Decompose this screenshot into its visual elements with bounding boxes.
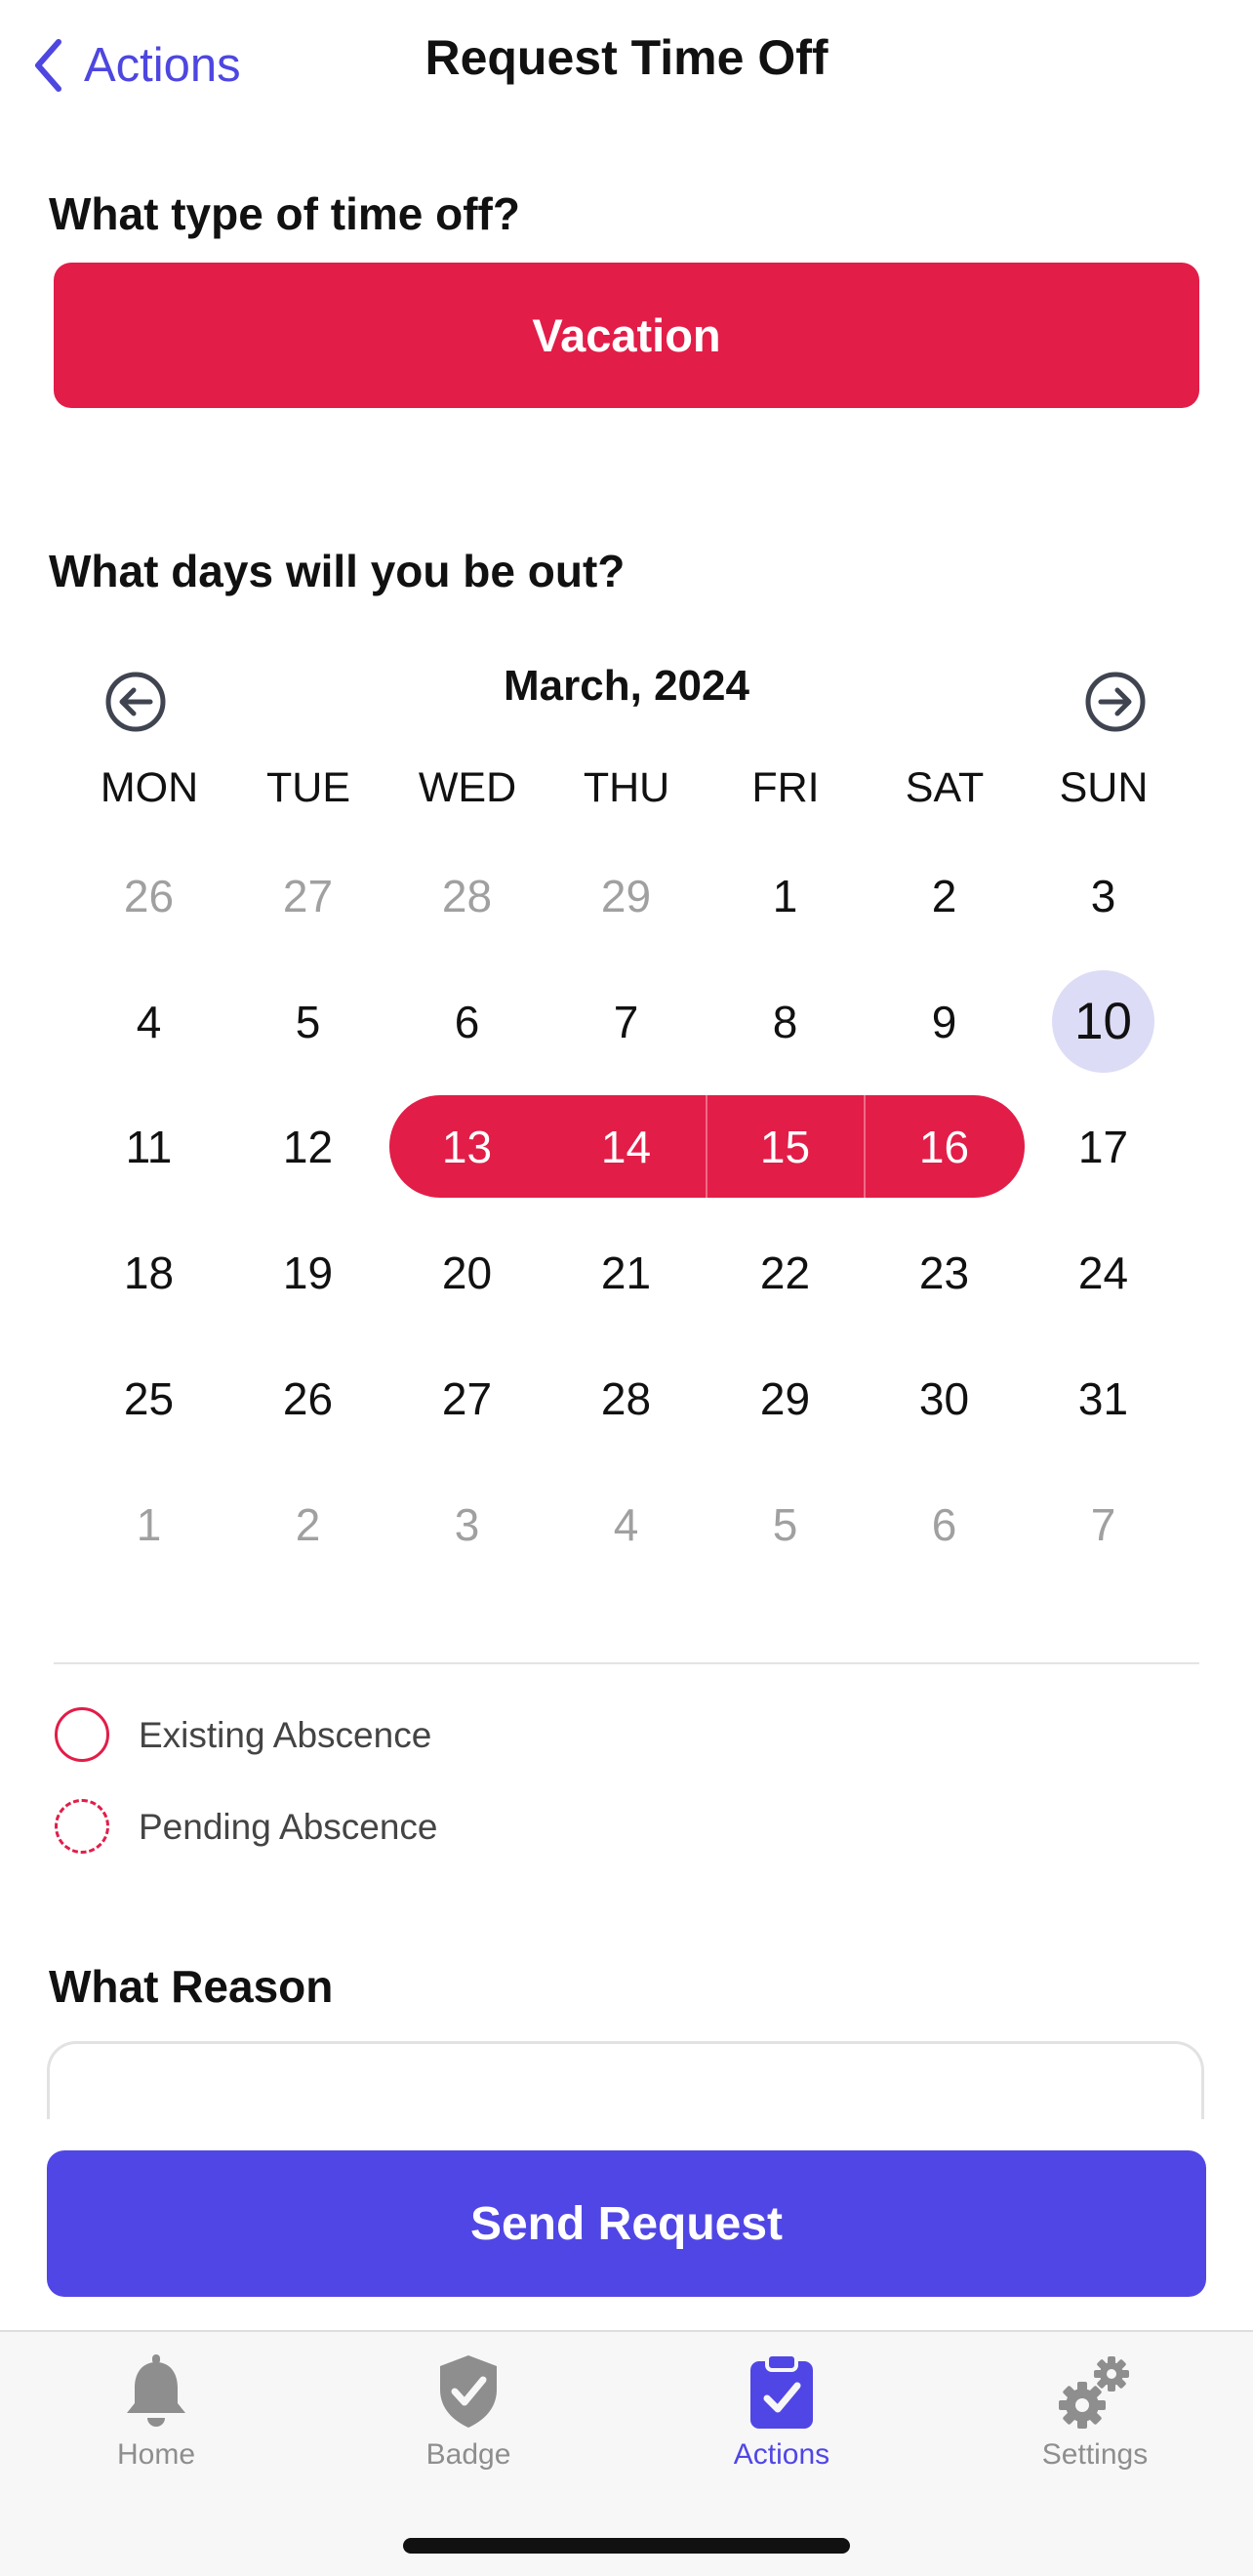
calendar-day[interactable]: 2 [893,844,995,947]
calendar-day[interactable]: 2 [257,1473,359,1575]
calendar-day[interactable]: 16 [893,1095,995,1198]
range-divider [864,1095,866,1198]
calendar-day[interactable]: 4 [98,970,200,1073]
calendar-day[interactable]: 9 [893,970,995,1073]
weekday-header: WED [418,764,517,811]
tab-label: Home [116,2438,196,2471]
clipboard-check-icon [750,2352,813,2429]
tab-badge[interactable]: Badge [351,2352,586,2472]
tab-label: Settings [1041,2438,1149,2471]
calendar-day[interactable]: 22 [734,1221,836,1324]
type-label: What type of time off? [49,188,520,239]
month-title: March, 2024 [504,662,749,710]
calendar-day[interactable]: 1 [98,1473,200,1575]
page-title: Request Time Off [424,30,829,85]
calendar-day[interactable]: 18 [98,1221,200,1324]
calendar-day[interactable]: 5 [257,970,359,1073]
calendar-day[interactable]: 3 [1052,844,1154,947]
pending-absence-label: Pending Abscence [139,1807,438,1847]
arrow-right-circle-icon [1085,672,1146,732]
reason-input[interactable] [47,2041,1204,2119]
bell-icon [127,2354,185,2427]
tab-home[interactable]: Home [39,2352,273,2472]
calendar-day[interactable]: 7 [1052,1473,1154,1575]
calendar-day[interactable]: 23 [893,1221,995,1324]
calendar-day[interactable]: 3 [416,1473,518,1575]
send-request-label: Send Request [469,2197,784,2250]
tab-label: Actions [733,2438,830,2471]
calendar-day[interactable]: 28 [416,844,518,947]
calendar-day[interactable]: 1 [734,844,836,947]
tab-actions[interactable]: Actions [665,2352,899,2472]
calendar-day[interactable]: 13 [416,1095,518,1198]
tab-settings[interactable]: Settings [978,2352,1212,2472]
calendar-day[interactable]: 12 [257,1095,359,1198]
gears-icon [1059,2356,1129,2429]
send-request-button[interactable]: Send Request [47,2150,1206,2297]
calendar-day[interactable]: 20 [416,1221,518,1324]
weekday-header: TUE [266,764,350,811]
calendar-day[interactable]: 11 [98,1095,200,1198]
time-off-type-button[interactable]: Vacation [54,263,1199,408]
calendar-day[interactable]: 5 [734,1473,836,1575]
calendar-day[interactable]: 14 [575,1095,677,1198]
calendar-day[interactable]: 8 [734,970,836,1073]
calendar-day[interactable]: 4 [575,1473,677,1575]
calendar-day[interactable]: 25 [98,1347,200,1450]
home-indicator [403,2538,850,2554]
calendar-day[interactable]: 17 [1052,1095,1154,1198]
calendar-day[interactable]: 15 [734,1095,836,1198]
weekday-header: FRI [751,764,820,811]
existing-absence-label: Existing Abscence [139,1715,432,1755]
calendar-day[interactable]: 29 [734,1347,836,1450]
calendar-day[interactable]: 28 [575,1347,677,1450]
weekday-header: MON [100,764,199,811]
calendar-day[interactable]: 30 [893,1347,995,1450]
next-month-button[interactable] [1084,671,1147,733]
calendar-day[interactable]: 27 [416,1347,518,1450]
weekday-header: SAT [905,764,985,811]
divider [54,1662,1199,1664]
calendar-day[interactable]: 19 [257,1221,359,1324]
calendar-day[interactable]: 6 [893,1473,995,1575]
days-label: What days will you be out? [49,546,626,596]
tab-label: Badge [425,2438,511,2471]
calendar-day[interactable]: 26 [98,844,200,947]
calendar-day[interactable]: 6 [416,970,518,1073]
reason-label: What Reason [49,1961,334,2012]
calendar-day[interactable]: 29 [575,844,677,947]
range-divider [706,1095,707,1198]
calendar-day[interactable]: 31 [1052,1347,1154,1450]
calendar-day[interactable]: 7 [575,970,677,1073]
time-off-type-value: Vacation [532,309,721,361]
calendar-day[interactable]: 10 [1052,970,1154,1073]
weekday-header: THU [583,764,670,811]
calendar-day[interactable]: 21 [575,1221,677,1324]
weekday-header: SUN [1059,764,1149,811]
existing-absence-swatch [55,1707,109,1762]
calendar-day[interactable]: 27 [257,844,359,947]
shield-check-icon [440,2355,497,2428]
calendar-day[interactable]: 26 [257,1347,359,1450]
pending-absence-swatch [55,1799,109,1854]
calendar-day[interactable]: 24 [1052,1221,1154,1324]
